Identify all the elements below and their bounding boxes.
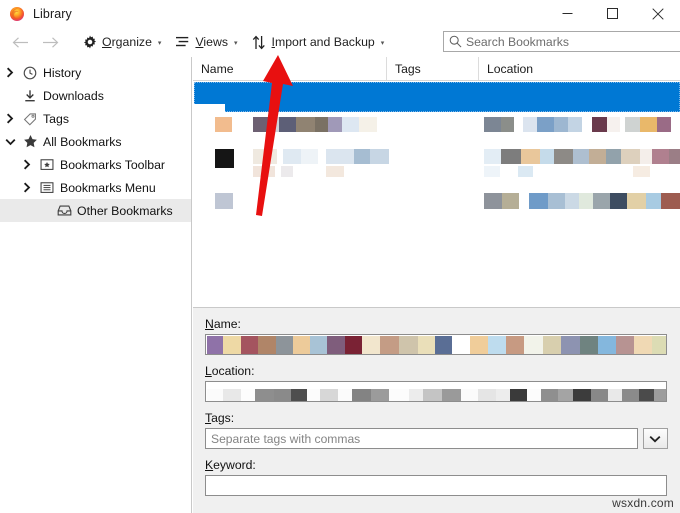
- column-header-location[interactable]: Location: [479, 57, 680, 80]
- tags-dropdown-button[interactable]: [642, 428, 668, 449]
- watermark-text: wsxdn.com: [612, 496, 674, 510]
- chevron-right-icon[interactable]: [0, 113, 20, 124]
- back-arrow-icon[interactable]: [5, 28, 35, 56]
- bookmarks-list-pane: Name Tags Location: [193, 57, 680, 307]
- name-field-label: Name:: [205, 317, 241, 331]
- organize-label: Organize: [102, 35, 152, 49]
- library-sidebar-tree: History Downloads Tags All Bookmarks Boo…: [0, 57, 192, 513]
- maximize-button[interactable]: [590, 0, 635, 27]
- tags-placeholder: Separate tags with commas: [211, 431, 361, 446]
- keyword-field-label: Keyword:: [205, 458, 256, 472]
- sidebar-item-label: Tags: [43, 111, 69, 126]
- title-bar-left: Library: [0, 0, 545, 27]
- gear-icon: [82, 35, 97, 50]
- sidebar-item-bookmarks-toolbar[interactable]: Bookmarks Toolbar: [0, 153, 191, 176]
- column-header-tags[interactable]: Tags: [387, 57, 479, 80]
- chevron-right-icon[interactable]: [17, 182, 37, 193]
- list-view-icon: [175, 35, 190, 50]
- minimize-button[interactable]: [545, 0, 590, 27]
- views-label: Views: [195, 35, 229, 49]
- library-window: Library Organize ▾ Views ▾ Import and Ba…: [0, 0, 680, 513]
- chevron-down-icon: ▾: [157, 39, 162, 47]
- forward-arrow-icon[interactable]: [35, 28, 65, 56]
- inbox-folder-icon: [54, 204, 74, 217]
- organize-menu-button[interactable]: Organize ▾: [75, 28, 168, 56]
- sidebar-item-label: History: [43, 65, 82, 80]
- firefox-logo-icon: [9, 6, 25, 22]
- tag-icon: [20, 112, 40, 126]
- table-row[interactable]: [194, 82, 680, 112]
- list-column-header: Name Tags Location: [193, 57, 680, 81]
- location-field-label: Location:: [205, 364, 255, 378]
- import-export-arrows-icon: [252, 35, 267, 50]
- chevron-right-icon[interactable]: [17, 159, 37, 170]
- close-button[interactable]: [635, 0, 680, 27]
- window-title: Library: [33, 6, 72, 21]
- sidebar-item-label: Bookmarks Toolbar: [60, 157, 166, 172]
- star-icon: [20, 134, 40, 149]
- sidebar-item-all-bookmarks[interactable]: All Bookmarks: [0, 130, 191, 153]
- sidebar-item-label: Downloads: [43, 88, 104, 103]
- window-controls: [545, 0, 680, 27]
- menu-folder-icon: [37, 181, 57, 194]
- chevron-down-icon: ▾: [234, 39, 238, 47]
- bookmark-detail-panel: Name: Location: Tags: Separate tags with…: [193, 307, 680, 513]
- sidebar-item-label: All Bookmarks: [43, 134, 122, 149]
- download-icon: [20, 89, 40, 103]
- import-and-backup-label: Import and Backup: [271, 35, 375, 49]
- chevron-down-icon: [649, 430, 661, 448]
- sidebar-item-label: Other Bookmarks: [77, 203, 173, 218]
- location-field[interactable]: [205, 381, 667, 402]
- sidebar-item-downloads[interactable]: Downloads: [0, 84, 191, 107]
- tags-field[interactable]: Separate tags with commas: [205, 428, 638, 449]
- name-field[interactable]: [205, 334, 667, 355]
- row-notch: [194, 104, 225, 112]
- sidebar-item-label: Bookmarks Menu: [60, 180, 156, 195]
- chevron-down-icon[interactable]: [0, 138, 20, 146]
- views-menu-button[interactable]: Views ▾: [168, 28, 244, 56]
- search-placeholder: Search Bookmarks: [466, 34, 569, 49]
- sidebar-item-other-bookmarks[interactable]: Other Bookmarks: [0, 199, 191, 222]
- keyword-field[interactable]: [205, 475, 667, 496]
- column-header-name[interactable]: Name: [193, 57, 387, 80]
- chevron-down-icon: ▾: [380, 39, 385, 47]
- sidebar-item-bookmarks-menu[interactable]: Bookmarks Menu: [0, 176, 191, 199]
- search-icon: [444, 35, 466, 48]
- chevron-right-icon[interactable]: [0, 67, 20, 78]
- sidebar-item-tags[interactable]: Tags: [0, 107, 191, 130]
- search-bookmarks-input[interactable]: Search Bookmarks: [443, 31, 680, 52]
- sidebar-item-history[interactable]: History: [0, 61, 191, 84]
- title-bar: Library: [0, 0, 680, 27]
- toolbar-folder-icon: [37, 158, 57, 171]
- bookmarks-list-rows[interactable]: [193, 81, 680, 307]
- import-and-backup-menu-button[interactable]: Import and Backup ▾: [245, 28, 392, 56]
- tags-field-label: Tags:: [205, 411, 235, 425]
- clock-icon: [20, 66, 40, 80]
- tags-field-row: Separate tags with commas: [205, 428, 668, 449]
